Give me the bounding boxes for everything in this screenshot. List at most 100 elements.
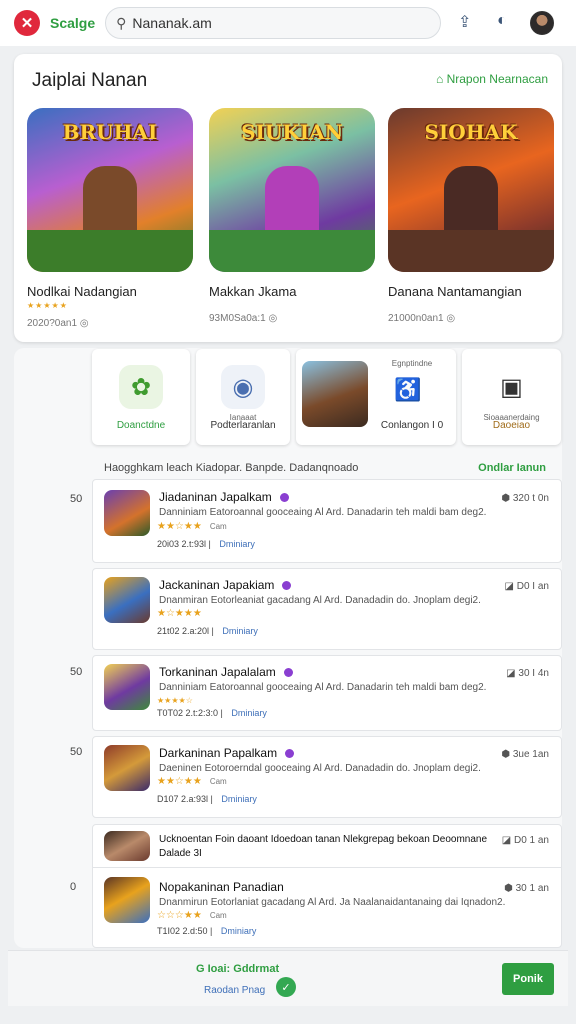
game-art-title: SIUKIAN — [241, 120, 343, 144]
category-tile[interactable]: ▣ Sioaaanerdaing Daoeiao — [462, 349, 561, 445]
verified-icon — [279, 493, 289, 503]
box-icon: ▣ — [489, 365, 534, 409]
category-tile[interactable]: ◉ Ianaaat Podterlaranlan — [196, 349, 290, 445]
game-name: Nodlkai Nadangian — [27, 284, 137, 299]
app-size: ⬢ 320 t 0n — [501, 493, 549, 504]
verified-icon — [282, 581, 292, 591]
app-size: ◪ 30 I 4n — [506, 668, 549, 679]
game-art-title: BRUHAI — [62, 120, 158, 144]
app-tag-link[interactable]: Dminiary — [221, 794, 257, 804]
app-size: ⬢ 3ue 1an — [501, 749, 549, 760]
sidebar-number[interactable]: 50 — [70, 746, 82, 758]
game-meta: 93M0Sa0a:1 ◎ — [209, 313, 278, 324]
app-description: Danniniam Eatoroannal gooceaing Al Ard. … — [159, 682, 487, 693]
app-rating-stars: ☆☆☆★★ Cam — [157, 910, 227, 921]
app-date: 20i03 2.t:93l | Dminiary — [157, 539, 255, 549]
bottom-sub-link[interactable]: Raodan Pnag — [204, 985, 265, 996]
app-rating-stars: ★☆★★★ — [157, 608, 202, 619]
app-thumbnail — [104, 577, 150, 623]
app-thumbnail — [104, 745, 150, 791]
search-bar[interactable]: ⚲ — [105, 7, 442, 39]
sidebar-number[interactable]: 50 — [70, 493, 82, 505]
category-label: Podterlaranlan — [210, 420, 276, 431]
app-thumbnail — [104, 490, 150, 536]
verified-icon — [283, 668, 293, 678]
app-date: T1I02 2.d:50 | Dminiary — [157, 926, 257, 936]
app-tag-link[interactable]: Dminiary — [219, 539, 255, 549]
see-more-link[interactable]: ⌂ Nrapon Nearnacan — [436, 72, 548, 86]
check-icon: ✓ — [276, 977, 296, 997]
category-label: Conlangon I 0 — [380, 420, 444, 431]
app-date: T0T02 2.t:2:3:0 | Dminiary — [157, 708, 267, 718]
app-title: Jackaninan Japakiam — [159, 578, 292, 592]
search-input[interactable] — [132, 15, 413, 31]
app-description: Dnanmiran Eotorleaniat gacadang Al Ard. … — [159, 595, 481, 606]
app-thumbnail — [104, 831, 150, 861]
primary-button[interactable]: Ponik — [502, 963, 554, 995]
list-header: Haogghkam leach Kiadopar. Banpde. Dadanq… — [104, 462, 550, 474]
list-item[interactable]: Jiadaninan Japalkam Danniniam Eatoroanna… — [92, 479, 562, 563]
category-label: Doanctdne — [116, 420, 166, 431]
sidebar-number[interactable]: 0 — [70, 881, 76, 893]
app-description: Dnanmirun Eotorlaniat gacadang Al Ard. J… — [159, 897, 506, 908]
game-name: Danana Nantamangian — [388, 284, 522, 299]
game-meta: 21000n0an1 ◎ — [388, 313, 456, 324]
avatar[interactable] — [530, 11, 554, 35]
app-thumbnail — [104, 877, 150, 923]
list-item[interactable]: Ucknoentan Foin daoant Idoedoan tanan Nl… — [92, 824, 562, 948]
category-sub: Egnptindne — [391, 359, 433, 368]
app-tag-link[interactable]: Dminiary — [222, 626, 258, 636]
app-date: D107 2.a:93l | Dminiary — [157, 794, 257, 804]
featured-game-card[interactable]: SIUKIAN Makkan Jkama 93M0Sa0a:1 ◎ — [209, 108, 375, 324]
app-title: Darkaninan Papalkam — [159, 746, 295, 760]
app-tag-link[interactable]: Dminiary — [231, 708, 267, 718]
app-thumbnail — [104, 664, 150, 710]
bottom-status-label: G Ioai: Gddrmat — [196, 963, 280, 975]
accessibility-icon: ♿ — [394, 377, 422, 402]
featured-game-card[interactable]: SIOHAK Danana Nantamangian 21000n0an1 ◎ — [388, 108, 554, 324]
category-tile[interactable]: ✿ Doanctdne — [92, 349, 190, 445]
category-tile[interactable]: Egnptindne ♿ Conlangon I 0 — [296, 349, 456, 445]
app-description: Danniniam Eatoroannal gooceaing Al Ard. … — [159, 507, 487, 518]
character-thumbnail — [302, 361, 368, 427]
section-title: Jaiplai Nanan — [32, 70, 148, 91]
list-item[interactable]: Darkaninan Papalkam Daeninen Eotoroernda… — [92, 736, 562, 818]
disc-icon: ◉ — [221, 365, 265, 409]
app-size: ◪ D0 I an — [504, 581, 549, 592]
featured-section: Jaiplai Nanan ⌂ Nrapon Nearnacan BRUHAI … — [14, 54, 562, 342]
game-name: Makkan Jkama — [209, 284, 297, 299]
app-title: Nopakaninan Panadian — [159, 880, 284, 894]
app-size: ◪ D0 1 an — [501, 835, 549, 846]
game-artwork: SIUKIAN — [209, 108, 375, 272]
app-rating-stars: ★★☆★★ Cam — [157, 776, 227, 787]
verified-icon — [285, 749, 295, 759]
brand-name: Scalge — [50, 15, 96, 31]
list-item[interactable]: Torkaninan Japalalam Danniniam Eatoroann… — [92, 655, 562, 731]
app-title: Jiadaninan Japalkam — [159, 490, 289, 504]
app-size: ⬢ 30 1 an — [504, 883, 549, 894]
sidebar-number[interactable]: 50 — [70, 666, 82, 678]
list-header-text: Haogghkam leach Kiadopar. Banpde. Dadanq… — [104, 462, 359, 474]
ground — [27, 230, 193, 272]
share-icon[interactable]: ⇪ — [458, 12, 471, 32]
sidebar: 50 50 50 0 — [14, 348, 90, 948]
sort-link[interactable]: Ondlar Ianun — [478, 462, 546, 474]
bottom-bar: G Ioai: Gddrmat Raodan Pnag ✓ Ponik — [8, 950, 568, 1006]
row-divider — [93, 867, 561, 868]
flower-icon: ✿ — [119, 365, 163, 409]
game-meta: 2020?0an1 ◎ — [27, 318, 89, 329]
game-art-title: SIOHAK — [424, 120, 518, 144]
featured-game-card[interactable]: BRUHAI Nodlkai Nadangian ★★★★★ 2020?0an1… — [27, 108, 193, 329]
app-date: 21t02 2.a:20l | Dminiary — [157, 626, 258, 636]
app-logo-icon[interactable]: ✕ — [14, 10, 40, 36]
ground — [209, 230, 375, 272]
theme-icon[interactable]: ◐ — [497, 12, 507, 30]
app-description: Daeninen Eotoroerndal gooceaing Al Ard. … — [159, 763, 481, 774]
game-artwork: SIOHAK — [388, 108, 554, 272]
top-bar: ✕ Scalge ⚲ ⇪ ◐ — [0, 0, 576, 46]
search-icon: ⚲ — [116, 14, 127, 31]
game-artwork: BRUHAI — [27, 108, 193, 272]
app-tag-link[interactable]: Dminiary — [221, 926, 257, 936]
content-area: 50 50 50 0 ✿ Doanctdne ◉ Ianaaat Podterl… — [14, 348, 562, 948]
list-item[interactable]: Jackaninan Japakiam Dnanmiran Eotorleani… — [92, 568, 562, 650]
